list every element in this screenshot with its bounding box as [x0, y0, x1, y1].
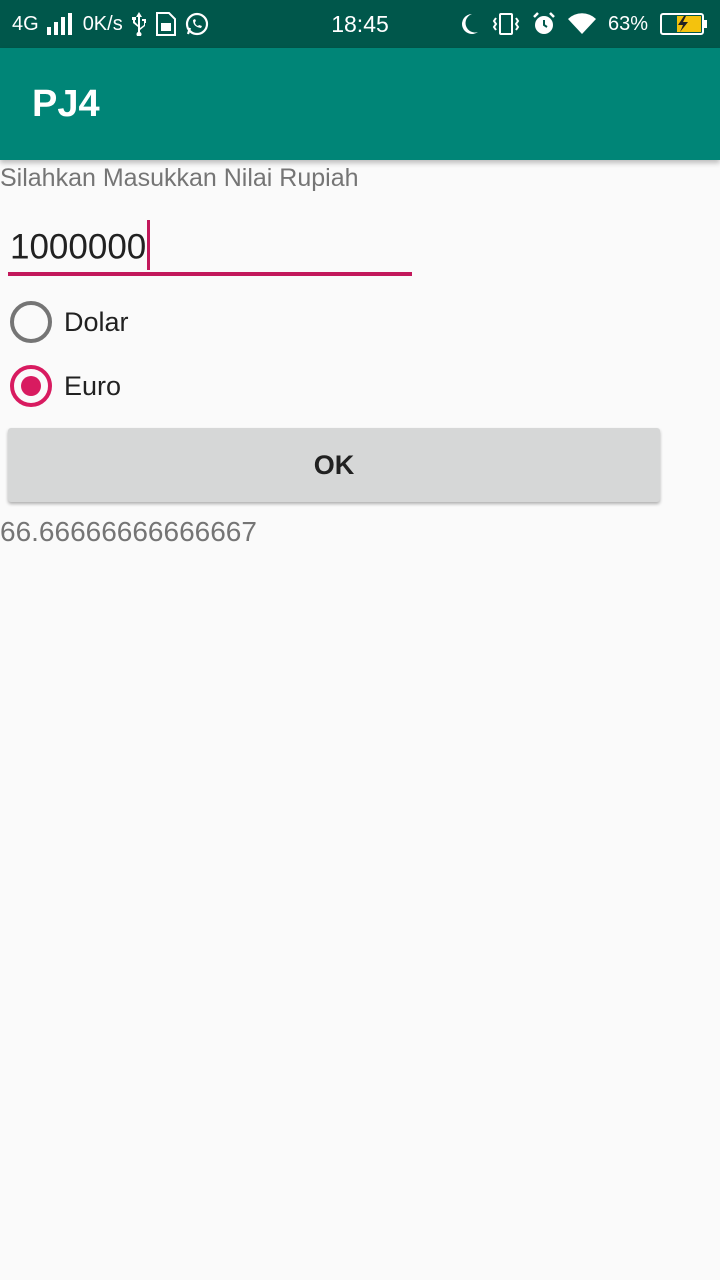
status-right: 63% [458, 0, 708, 48]
text-cursor [147, 220, 151, 270]
radio-dolar[interactable]: Dolar [10, 298, 129, 346]
input-underline [8, 272, 412, 276]
moon-icon [458, 12, 480, 36]
input-prompt-label: Silahkan Masukkan Nilai Rupiah [0, 164, 359, 192]
app-title: PJ4 [32, 83, 100, 125]
rupiah-input[interactable]: 1000000 [8, 214, 412, 276]
battery-percent: 63% [607, 12, 648, 35]
radio-dolar-circle[interactable] [10, 301, 52, 343]
wifi-icon [567, 13, 596, 35]
app-bar: PJ4 [0, 48, 720, 160]
vibrate-icon [492, 12, 520, 36]
rupiah-input-text: 1000000 [10, 227, 147, 267]
radio-dolar-label: Dolar [64, 306, 129, 337]
rupiah-input-value: 1000000 [10, 220, 151, 274]
radio-euro-label: Euro [64, 370, 122, 401]
radio-euro-circle[interactable] [10, 365, 52, 407]
radio-euro[interactable]: Euro [10, 362, 121, 410]
status-bar: 4G 0K/s 18:45 63% [0, 0, 720, 48]
battery-charging-icon [660, 12, 708, 36]
conversion-result: 66.66666666666667 [0, 516, 257, 547]
ok-button[interactable]: OK [8, 428, 660, 502]
alarm-icon [532, 12, 556, 36]
